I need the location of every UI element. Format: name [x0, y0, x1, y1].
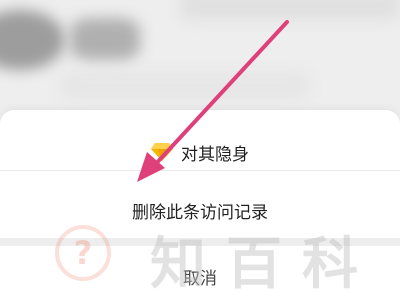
- blurred-background: [0, 0, 400, 125]
- blurred-element: [180, 0, 400, 20]
- divider: [0, 170, 400, 171]
- hide-option-label: 对其隐身: [181, 144, 249, 165]
- hide-from-user-option[interactable]: 对其隐身: [0, 132, 400, 172]
- delete-visit-record-option[interactable]: 删除此条访问记录: [0, 190, 400, 230]
- diamond-icon: [151, 143, 173, 161]
- cancel-label: 取消: [183, 268, 217, 289]
- blurred-element: [60, 72, 310, 100]
- section-separator: [0, 238, 400, 246]
- blurred-avatar: [0, 10, 65, 70]
- action-sheet: 对其隐身 删除此条访问记录 取消: [0, 110, 400, 300]
- cancel-button[interactable]: 取消: [0, 258, 400, 294]
- delete-option-label: 删除此条访问记录: [132, 202, 268, 223]
- blurred-element: [70, 18, 140, 60]
